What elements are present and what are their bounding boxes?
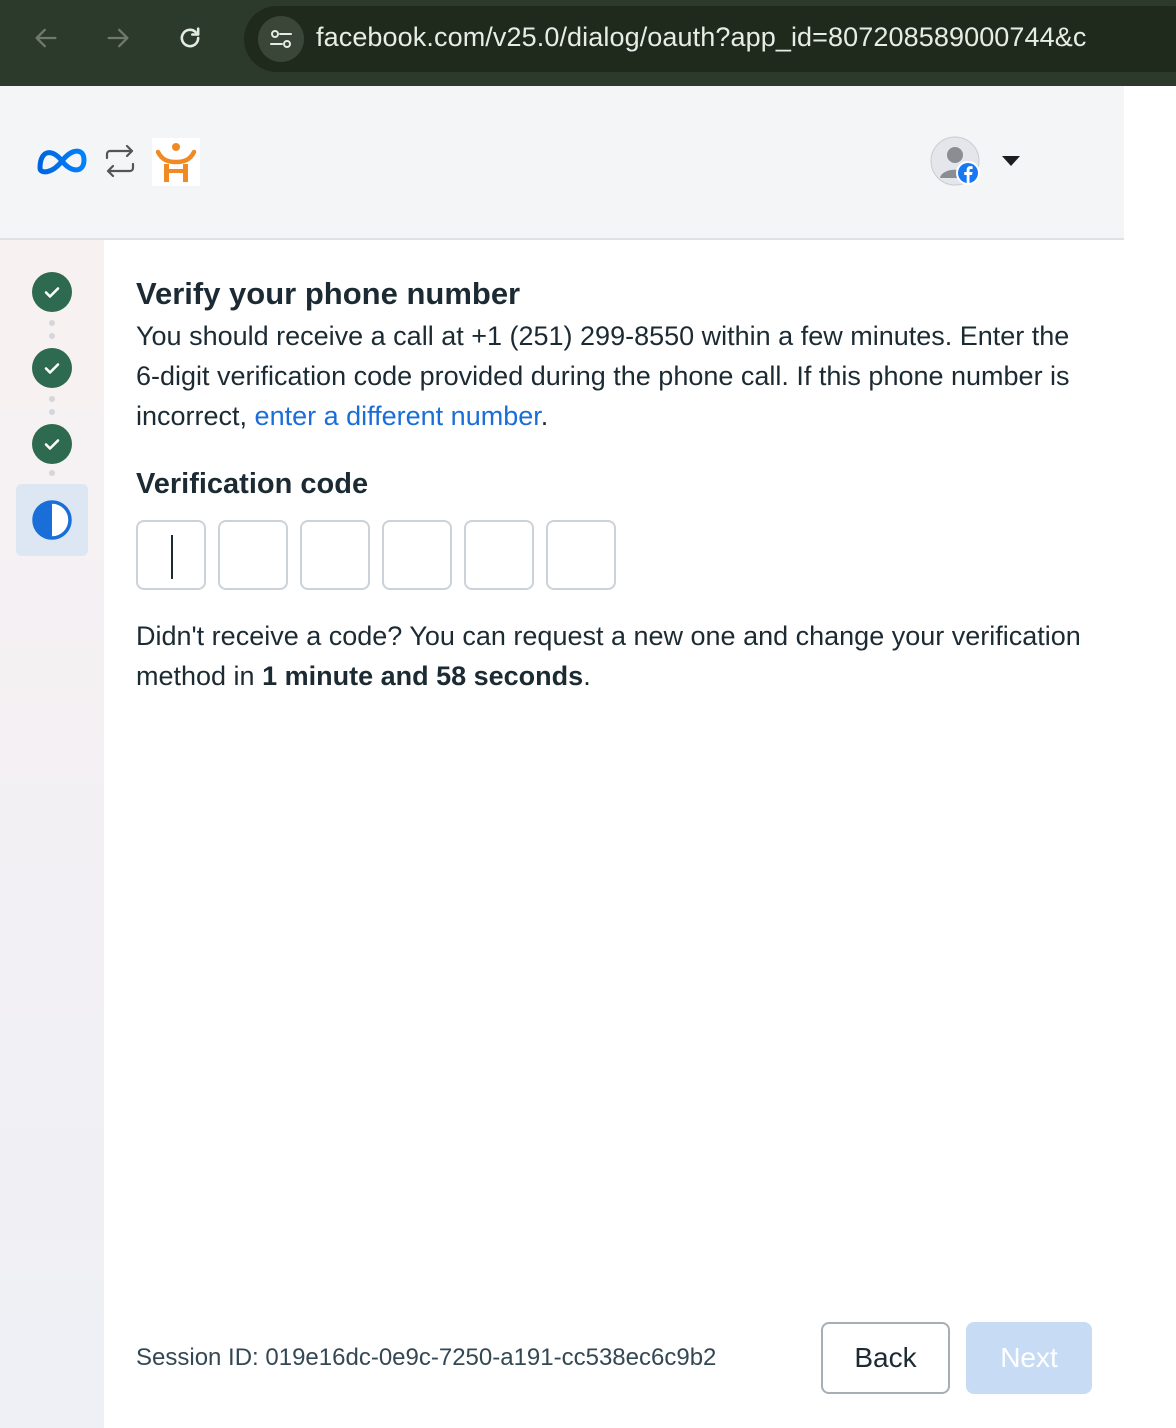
site-settings-icon[interactable] [258, 16, 304, 62]
forward-arrow-icon[interactable] [96, 16, 140, 60]
app-logo-icon [152, 138, 200, 186]
code-digit-1-input[interactable] [136, 520, 206, 590]
resend-countdown: 1 minute and 58 seconds [262, 661, 584, 691]
code-digit-3-input[interactable] [300, 520, 370, 590]
verification-code-label: Verification code [136, 468, 369, 500]
step-4-current [16, 484, 88, 556]
browser-toolbar: facebook.com/v25.0/dialog/oauth?app_id=8… [0, 0, 1176, 86]
step-connector [49, 470, 55, 483]
step-1-complete-check-icon [32, 272, 72, 312]
meta-logo-icon [36, 144, 88, 183]
caret-down-icon[interactable] [1002, 156, 1020, 166]
resend-code-notice: Didn't receive a code? You can request a… [136, 621, 1081, 691]
back-arrow-icon[interactable] [24, 16, 68, 60]
session-id: Session ID: 019e16dc-0e9c-7250-a191-cc53… [136, 1344, 717, 1371]
different-number-link[interactable]: enter a different number [255, 401, 541, 431]
code-digit-5-input[interactable] [464, 520, 534, 590]
step-connector [49, 320, 55, 346]
code-digit-4-input[interactable] [382, 520, 452, 590]
verification-code-inputs [136, 520, 616, 590]
account-avatar-icon[interactable] [930, 136, 980, 186]
code-digit-2-input[interactable] [218, 520, 288, 590]
page-title: Verify your phone number [136, 276, 521, 311]
verification-description: You should receive a call at +1 (251) 29… [136, 321, 1070, 431]
back-button[interactable]: Back [821, 1322, 950, 1394]
page-header [0, 86, 1124, 240]
step-2-complete-check-icon [32, 348, 72, 388]
url-text[interactable]: facebook.com/v25.0/dialog/oauth?app_id=8… [316, 22, 1087, 53]
progress-sidebar [0, 240, 104, 1428]
half-circle-progress-icon [32, 500, 72, 540]
code-digit-6-input[interactable] [546, 520, 616, 590]
reload-icon[interactable] [168, 16, 212, 60]
address-bar[interactable]: facebook.com/v25.0/dialog/oauth?app_id=8… [244, 6, 1176, 72]
step-connector [49, 396, 55, 422]
swap-arrows-icon [102, 144, 138, 183]
next-button[interactable]: Next [966, 1322, 1092, 1394]
step-3-complete-check-icon [32, 424, 72, 464]
